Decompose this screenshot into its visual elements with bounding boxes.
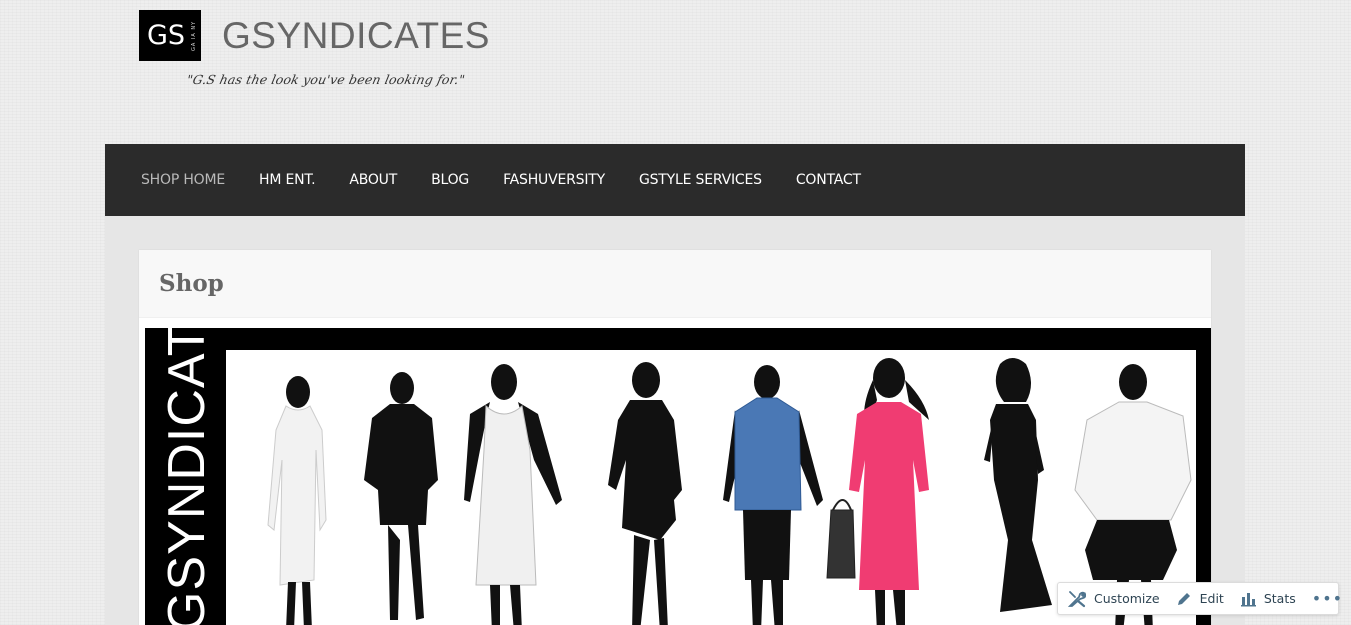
banner-silhouettes (226, 350, 1196, 625)
customize-button[interactable]: Customize (1068, 590, 1160, 608)
nav-item-gstyle-services[interactable]: GSTYLE SERVICES (639, 172, 762, 188)
logo-text: GS (147, 20, 186, 51)
nav-item-blog[interactable]: BLOG (431, 172, 469, 188)
customize-label: Customize (1094, 591, 1160, 606)
page-title: Shop (159, 270, 224, 297)
nav-item-fashuversity[interactable]: FASHUVERSITY (503, 172, 605, 188)
silhouette-black-gown (984, 358, 1052, 612)
site-tagline: "G.S has the look you've been looking fo… (185, 72, 467, 87)
edit-button[interactable]: Edit (1176, 591, 1224, 607)
silhouette-white-sleeveless (464, 364, 562, 625)
more-options-icon[interactable]: ••• (1312, 589, 1343, 608)
site-title[interactable]: GSYNDICATES (222, 15, 490, 57)
stats-button[interactable]: Stats (1240, 591, 1296, 607)
pencil-icon (1177, 592, 1190, 605)
admin-toolbar: Customize Edit Stats ••• (1057, 582, 1342, 615)
banner-vertical-text: GSYNDICATES (145, 328, 226, 625)
stats-label: Stats (1263, 591, 1296, 606)
nav-item-shop-home[interactable]: SHOP HOME (141, 172, 225, 188)
main-navigation: SHOP HOME HM ENT. ABOUT BLOG FASHUVERSIT… (105, 144, 1245, 216)
silhouette-black-coat (364, 372, 438, 620)
edit-label: Edit (1199, 591, 1224, 606)
banner-brand-text: GSYNDICATES (158, 328, 216, 625)
page-card: Shop GSYNDICATES (139, 250, 1211, 625)
wrench-screwdriver-icon (1068, 590, 1086, 607)
bar-chart-icon (1240, 592, 1256, 606)
logo-subtext: GA IA NY (191, 20, 197, 52)
nav-item-hm-ent[interactable]: HM ENT. (259, 172, 316, 188)
nav-item-about[interactable]: ABOUT (349, 172, 397, 188)
nav-item-contact[interactable]: CONTACT (796, 172, 861, 188)
shop-banner-image: GSYNDICATES (145, 328, 1211, 625)
site-logo[interactable]: GS GA IA NY GSYNDICATES "G.S has the loo… (139, 10, 489, 94)
silhouette-white-dress (267, 376, 327, 625)
silhouette-black-fitted (608, 362, 682, 625)
silhouette-pink-dress (826, 358, 929, 625)
silhouette-blue-top (723, 365, 823, 625)
content-area: Shop GSYNDICATES (105, 216, 1245, 625)
page-header: Shop (139, 250, 1211, 318)
